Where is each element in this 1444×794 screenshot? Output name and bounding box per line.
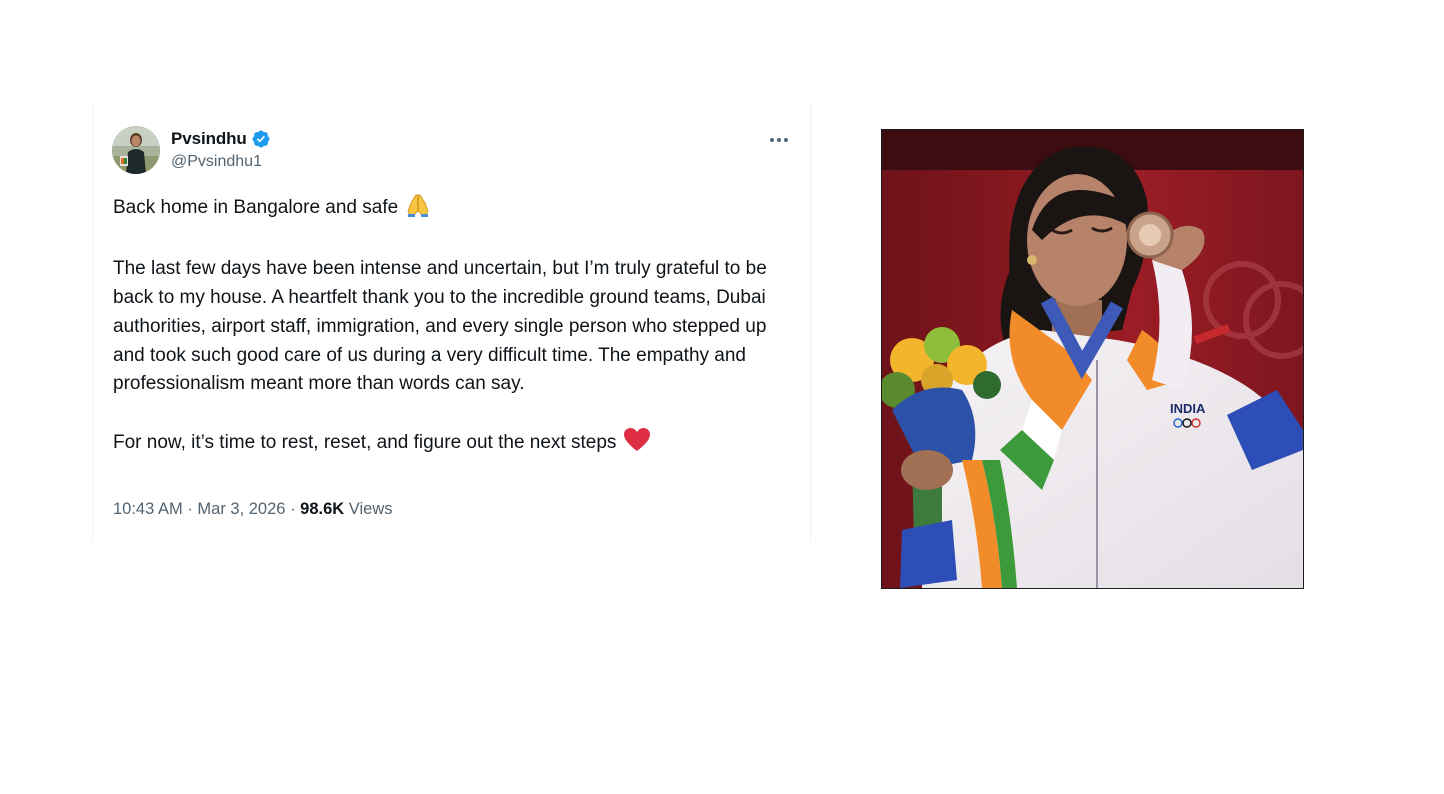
meta-separator: · [290,500,296,518]
meta-separator: · [187,500,193,518]
tweet-paragraph-2: The last few days have been intense and … [113,258,767,395]
page: Pvsindhu @Pvsindhu1 Back home in Bangalo… [0,0,1444,794]
jacket-text: INDIA [1170,401,1206,416]
attached-photo[interactable]: INDIA [881,129,1304,589]
author-handle[interactable]: @Pvsindhu1 [171,153,262,171]
folded-hands-icon [405,193,431,227]
author-name-row[interactable]: Pvsindhu [171,129,271,149]
views-label: Views [348,500,393,518]
views-count: 98.6K [300,500,345,518]
tweet-card[interactable]: Pvsindhu @Pvsindhu1 Back home in Bangalo… [92,104,811,541]
tweet-paragraph-1-text: Back home in Bangalore and safe [113,197,399,218]
athlete-photo-illustration: INDIA [882,130,1303,588]
author-display-name[interactable]: Pvsindhu [171,129,247,149]
tweet-text: Back home in Bangalore and safe The last… [113,193,803,461]
verified-badge-icon [251,129,271,149]
tweet-date[interactable]: Mar 3, 2026 [197,500,285,518]
tweet-paragraph-3-text: For now, it’s time to rest, reset, and f… [113,431,617,453]
red-heart-icon [623,427,650,462]
tweet-paragraph-3: For now, it’s time to rest, reset, and f… [113,427,803,462]
avatar[interactable] [112,126,160,174]
more-horizontal-icon [770,138,788,142]
avatar-image [112,126,160,174]
tweet-meta: 10:43 AM · Mar 3, 2026 · 98.6K Views [113,500,393,519]
more-options-button[interactable] [765,128,793,152]
tweet-time[interactable]: 10:43 AM [113,500,183,518]
tweet-paragraph-1: Back home in Bangalore and safe [113,193,803,227]
